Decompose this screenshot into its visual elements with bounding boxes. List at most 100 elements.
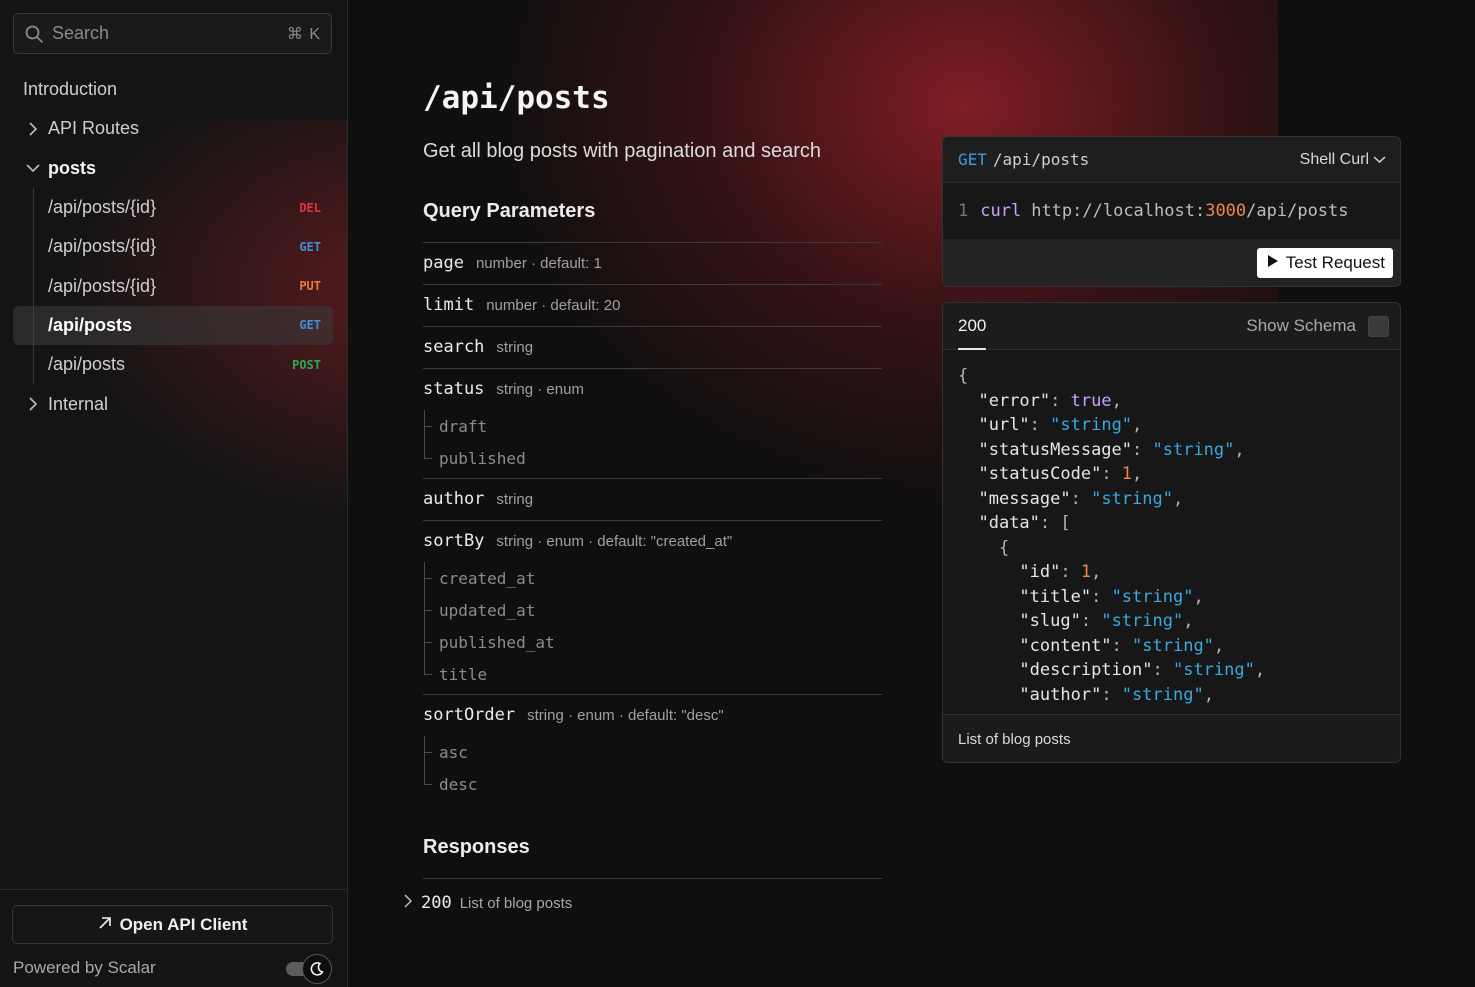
response-header: 200 Show Schema (943, 303, 1400, 350)
divider (423, 878, 882, 879)
json-line: "title": "string", (958, 585, 1385, 610)
json-token: : (1101, 684, 1122, 705)
json-token: "title" (1019, 586, 1092, 607)
sidebar-item-label: /api/posts/{id} (48, 236, 157, 257)
dark-mode-toggle[interactable] (286, 954, 332, 984)
json-token: , (1132, 464, 1143, 484)
json-token: , (1213, 635, 1225, 656)
curl-command: curl (980, 201, 1022, 221)
json-token: "id" (1019, 562, 1061, 582)
json-token: : [ (1039, 513, 1071, 533)
response-row-200[interactable]: 200 List of blog posts (403, 893, 572, 913)
json-token: { (958, 537, 1010, 558)
parameter-name: sortBy (423, 531, 485, 551)
json-line: "statusMessage": "string", (958, 438, 1385, 463)
show-schema-checkbox[interactable] (1368, 315, 1389, 337)
sidebar-item-posts[interactable]: posts (13, 149, 333, 188)
parameter-name: search (423, 337, 485, 357)
sidebar-item-label: API Routes (48, 118, 140, 139)
sidebar-item-api-routes[interactable]: API Routes (13, 109, 333, 148)
json-token: 1 (1121, 464, 1133, 484)
json-token: "string" (1121, 684, 1204, 705)
json-token: "string" (1111, 586, 1194, 607)
sidebar-item-create-post[interactable]: /api/posts POST (13, 345, 333, 384)
sidebar-item-label: /api/posts/{id} (48, 197, 157, 218)
show-schema-label: Show Schema (1246, 316, 1356, 335)
json-token: : (1060, 562, 1081, 582)
json-token: , (1091, 562, 1102, 582)
json-line: "content": "string", (958, 634, 1385, 659)
parameter-name: page (423, 253, 464, 273)
open-api-client-label: Open API Client (119, 914, 248, 934)
enum-values: draft published (423, 410, 882, 478)
enum-value: draft (423, 410, 882, 442)
json-token: "string" (1101, 611, 1184, 631)
enum-value: title (423, 658, 882, 690)
json-token: : (1029, 415, 1051, 435)
request-path: /api/posts (992, 150, 1090, 169)
sidebar-item-delete-post[interactable]: /api/posts/{id} DEL (13, 188, 333, 227)
json-line: "description": "string", (958, 658, 1385, 683)
json-line: "message": "string", (958, 487, 1385, 512)
language-select[interactable]: Shell Curl (1300, 151, 1386, 169)
parameter-header: status string · enum (423, 379, 882, 410)
parameter-header: sortOrder string · enum · default: "desc" (423, 705, 882, 736)
request-code: 1 curl http://localhost:3000/api/posts (943, 183, 1400, 239)
json-token: "statusMessage" (978, 439, 1133, 460)
json-token: , (1254, 660, 1266, 680)
json-line: "error": true, (958, 389, 1385, 414)
search-box[interactable]: ⌘ K (13, 13, 332, 54)
chevron-right-icon (22, 397, 44, 411)
json-line: "slug": "string", (958, 609, 1385, 634)
json-token: , (1172, 488, 1184, 509)
test-request-button[interactable]: Test Request (1256, 248, 1393, 278)
sidebar-item-label: /api/posts (48, 314, 133, 335)
json-token: , (1183, 611, 1194, 631)
sidebar-item-get-post[interactable]: /api/posts/{id} GET (13, 227, 333, 266)
open-api-client-button[interactable]: Open API Client (12, 905, 333, 944)
request-example-panel: GET/api/posts Shell Curl 1 curl http://l… (942, 136, 1401, 287)
responses-heading: Responses (423, 836, 530, 858)
search-input[interactable] (52, 23, 287, 44)
sidebar-item-introduction[interactable]: Introduction (13, 70, 333, 109)
parameter-name: limit (423, 295, 475, 315)
query-parameters-heading: Query Parameters (423, 200, 596, 222)
sidebar-item-label: Introduction (23, 79, 118, 100)
json-line: { (958, 536, 1385, 561)
sidebar-item-internal[interactable]: Internal (13, 384, 333, 423)
parameter-author: author string (423, 478, 882, 520)
line-number: 1 (958, 201, 969, 221)
enum-values: asc desc (423, 736, 882, 804)
json-token: "string" (1172, 660, 1255, 680)
sidebar-item-get-posts[interactable]: /api/posts GET (13, 305, 333, 346)
tab-200[interactable]: 200 (958, 303, 987, 350)
json-token: "data" (978, 513, 1040, 533)
json-token: , (1203, 684, 1214, 705)
parameter-header: search string (423, 337, 882, 368)
moon-icon (302, 954, 332, 984)
sidebar-item-put-post[interactable]: /api/posts/{id} PUT (13, 266, 333, 305)
json-token: "string" (1152, 439, 1235, 460)
page-title: /api/posts (423, 80, 610, 116)
enum-value: published_at (423, 626, 882, 658)
json-token: "statusCode" (978, 464, 1102, 484)
json-line: "url": "string", (958, 413, 1385, 438)
parameter-name: status (423, 379, 485, 399)
chevron-right-icon (22, 122, 44, 136)
show-schema-toggle[interactable]: Show Schema (1246, 315, 1389, 337)
json-line: "id": 1, (958, 560, 1385, 585)
sidebar-nav: Introduction API Routes posts /api/posts… (13, 70, 333, 424)
parameter-page: page number · default: 1 (423, 242, 882, 284)
parameter-meta: string (496, 339, 534, 356)
json-line: "author": "string", (958, 683, 1385, 708)
enum-value: updated_at (423, 594, 882, 626)
json-token: , (1132, 415, 1143, 435)
